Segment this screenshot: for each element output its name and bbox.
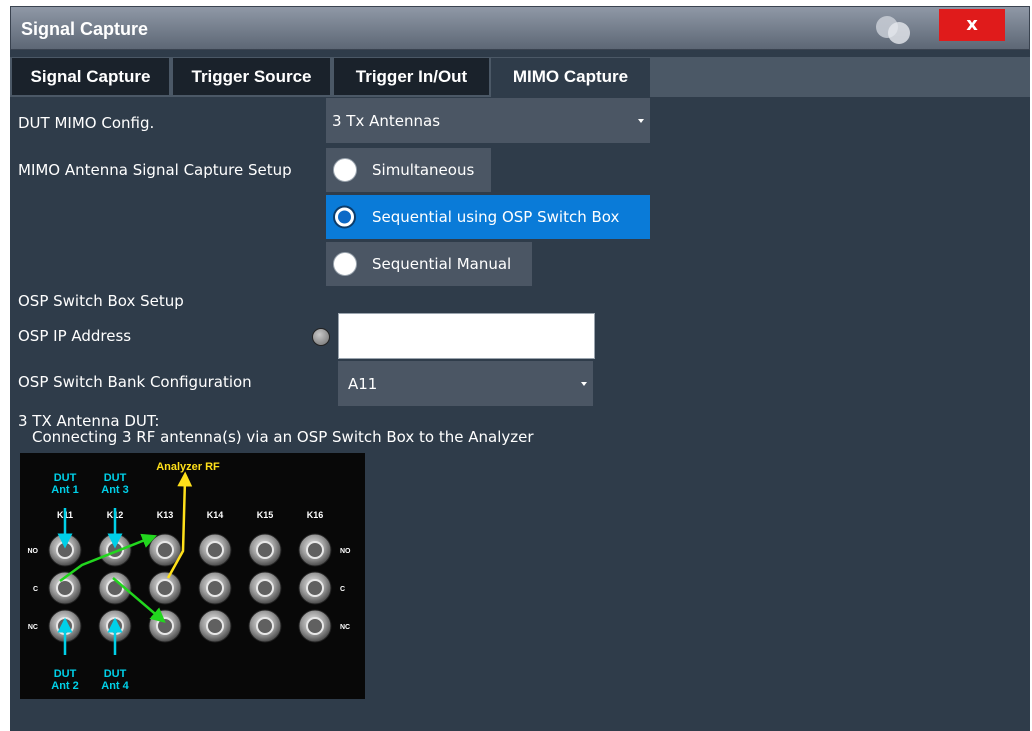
row-label: NC [340,624,350,631]
column-label: K15 [257,510,274,520]
close-button[interactable]: x [939,9,1005,41]
dut-ant2-label-b: Ant 2 [51,680,79,692]
chevron-down-icon [638,118,644,123]
column-label: K16 [307,510,324,520]
radio-unchecked-icon [333,252,357,276]
radio-checked-icon [333,205,356,229]
osp-ip-label: OSP IP Address [18,327,132,345]
title-bar: Signal Capture x [10,6,1030,50]
tab-bar: Signal Capture Trigger Source Trigger In… [10,57,1030,98]
connector-ring [156,541,174,559]
connector-ring [56,579,74,597]
capture-setup-label: MIMO Antenna Signal Capture Setup [18,161,292,179]
sequential-osp-label: Sequential using OSP Switch Box [372,208,620,226]
tab-trigger-source[interactable]: Trigger Source [173,58,330,95]
row-label: C [33,586,38,593]
app-logo-icon [876,16,910,44]
connector-ring [206,579,224,597]
osp-switch-diagram: K11K12K13K14K15K16 NONOCCNCNC Analyzer R… [20,453,365,699]
analyzer-rf-label: Analyzer RF [156,461,220,473]
connector-ring [156,617,174,635]
sequential-osp-radio[interactable]: Sequential using OSP Switch Box [326,195,650,239]
signal-capture-dialog: Signal Capture x Signal Capture Trigger … [10,6,1030,731]
osp-bank-config-value: A11 [348,374,378,393]
dut-ant4-label-a: DUT [104,668,127,680]
radio-unchecked-icon [333,158,357,182]
connector-ring [306,541,324,559]
connector-ring [56,541,74,559]
tab-mimo-capture[interactable]: MIMO Capture [491,58,650,98]
status-led-icon [312,328,330,346]
dut-mimo-config-value: 3 Tx Antennas [332,111,441,130]
tab-trigger-in-out[interactable]: Trigger In/Out [334,58,489,95]
tab-signal-capture[interactable]: Signal Capture [12,58,169,95]
chevron-down-icon [581,381,587,386]
osp-bank-config-dropdown[interactable]: A11 [338,361,593,406]
connector-ring [206,617,224,635]
connector-ring [256,541,274,559]
dut-ant1-label-b: Ant 1 [51,484,79,496]
column-label: K13 [157,510,174,520]
connector-ring [206,541,224,559]
row-label: C [340,586,345,593]
sequential-manual-label: Sequential Manual [372,255,512,273]
column-label: K14 [207,510,224,520]
connector-ring [156,579,174,597]
dut-mimo-config-dropdown[interactable]: 3 Tx Antennas [326,98,650,143]
osp-setup-section-label: OSP Switch Box Setup [18,292,184,310]
row-label: NC [28,624,38,631]
simultaneous-label: Simultaneous [372,161,475,179]
dut-ant2-label-a: DUT [54,668,77,680]
osp-ip-input[interactable] [338,313,595,359]
dut-ant1-label-a: DUT [54,472,77,484]
row-label: NO [28,548,39,555]
dut-ant3-label-b: Ant 3 [101,484,129,496]
sequential-manual-radio[interactable]: Sequential Manual [326,242,532,286]
dut-mimo-config-label: DUT MIMO Config. [18,114,155,132]
simultaneous-radio[interactable]: Simultaneous [326,148,491,192]
dut-info-line2: Connecting 3 RF antenna(s) via an OSP Sw… [32,428,534,446]
connector-ring [306,579,324,597]
connector-ring [306,617,324,635]
connector-ring [256,617,274,635]
dut-ant3-label-a: DUT [104,472,127,484]
dut-ant4-label-b: Ant 4 [101,680,129,692]
row-label: NO [340,548,351,555]
osp-bank-config-label: OSP Switch Bank Configuration [18,373,252,391]
connector-ring [106,579,124,597]
connector-ring [256,579,274,597]
dialog-title: Signal Capture [21,19,149,39]
